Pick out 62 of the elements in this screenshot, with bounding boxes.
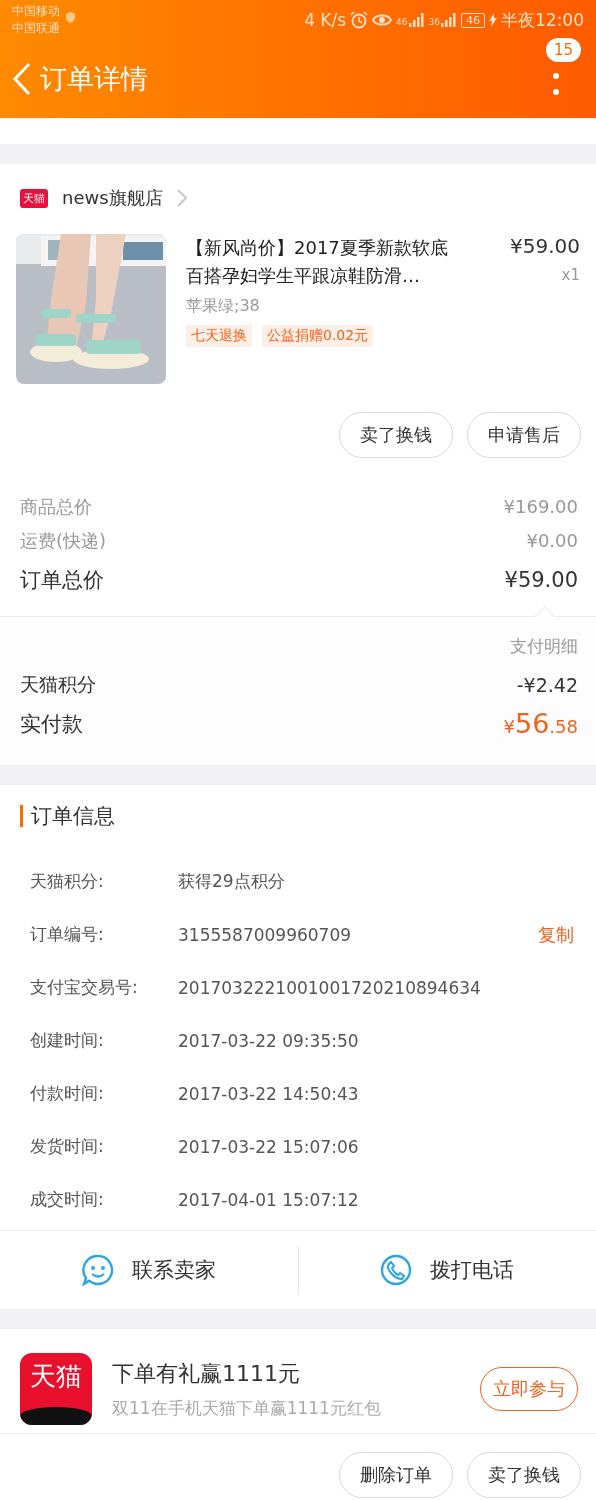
more-icon[interactable] — [552, 72, 560, 96]
section-title: 订单信息 — [20, 805, 576, 827]
payment-label: 天猫积分 — [20, 672, 96, 697]
phone-icon — [380, 1254, 413, 1286]
price-label: 运费(快递) — [20, 529, 107, 553]
signal-icon — [441, 13, 457, 27]
alarm-icon — [350, 11, 369, 29]
info-value: 2017-03-22 15:07:06 — [178, 1136, 360, 1157]
product-quantity: x1 — [561, 266, 580, 284]
paid-amount: ¥56.58 — [503, 708, 578, 739]
price-label: 订单总价 — [20, 567, 104, 594]
smiley-chat-icon — [81, 1254, 114, 1286]
info-value: 3155587009960709 — [178, 924, 353, 945]
action-button[interactable]: 申请售后 — [467, 412, 581, 458]
price-value: ¥59.00 — [504, 567, 578, 594]
charging-icon — [489, 13, 497, 27]
signal-icon — [408, 13, 425, 27]
chevron-right-icon[interactable] — [176, 189, 187, 207]
price-value: ¥169.00 — [503, 495, 578, 519]
contact-button[interactable]: 联系卖家 — [0, 1246, 298, 1294]
product-variant: 苹果绿;38 — [186, 296, 261, 317]
info-value: 2017-03-22 14:50:43 — [178, 1083, 360, 1104]
info-label: 天猫积分: — [30, 870, 105, 893]
info-value: 获得29点积分 — [178, 870, 286, 893]
eye-icon — [372, 13, 393, 27]
info-value: 2017-03-22 09:35:50 — [178, 1030, 360, 1051]
promo-subtitle: 双11在手机天猫下单赢1111元红包 — [112, 1396, 382, 1420]
carrier-name: 中国移动 — [12, 3, 60, 20]
network-type: 36 — [428, 16, 440, 27]
store-logo: 天猫 — [20, 188, 48, 208]
notification-badge: 15 — [546, 38, 582, 62]
info-label: 付款时间: — [30, 1082, 105, 1105]
price-value: ¥0.00 — [526, 529, 578, 553]
payment-value: -¥2.42 — [516, 674, 578, 696]
price-label: 商品总价 — [20, 495, 92, 519]
contact-button[interactable]: 拨打电话 — [297, 1246, 596, 1294]
back-icon[interactable] — [12, 62, 32, 96]
info-label: 成交时间: — [30, 1188, 105, 1211]
info-label: 创建时间: — [30, 1029, 105, 1052]
action-button[interactable]: 删除订单 — [339, 1452, 453, 1498]
service-tag: 公益捐赠0.02元 — [262, 325, 374, 347]
app-logo: 天猫 — [20, 1353, 92, 1425]
info-label: 支付宝交易号: — [30, 976, 139, 999]
store-name[interactable]: news旗舰店 — [62, 186, 163, 210]
info-value: 2017032221001001720210894634 — [178, 977, 482, 998]
battery-level: 46 — [461, 12, 485, 28]
info-label: 发货时间: — [30, 1135, 105, 1158]
product-price: ¥59.00 — [510, 234, 580, 258]
promo-title: 下单有礼赢1111元 — [112, 1359, 301, 1388]
product-title[interactable]: 【新风尚价】2017夏季新款软底百搭孕妇学生平跟凉鞋防滑… — [186, 234, 455, 290]
action-button[interactable]: 卖了换钱 — [339, 412, 453, 458]
info-label: 订单编号: — [30, 923, 105, 946]
network-type: 46 — [396, 16, 408, 27]
shield-icon — [66, 12, 75, 23]
clock-time: 半夜12:00 — [501, 8, 584, 32]
carrier-name: 中国联通 — [12, 20, 60, 37]
action-button[interactable]: 卖了换钱 — [467, 1452, 581, 1498]
paid-label: 实付款 — [20, 710, 83, 738]
network-speed: 4 K/s — [304, 10, 347, 30]
page-title: 订单详情 — [40, 62, 148, 96]
service-tag: 七天退换 — [186, 325, 252, 347]
info-value: 2017-04-01 15:07:12 — [178, 1189, 360, 1210]
